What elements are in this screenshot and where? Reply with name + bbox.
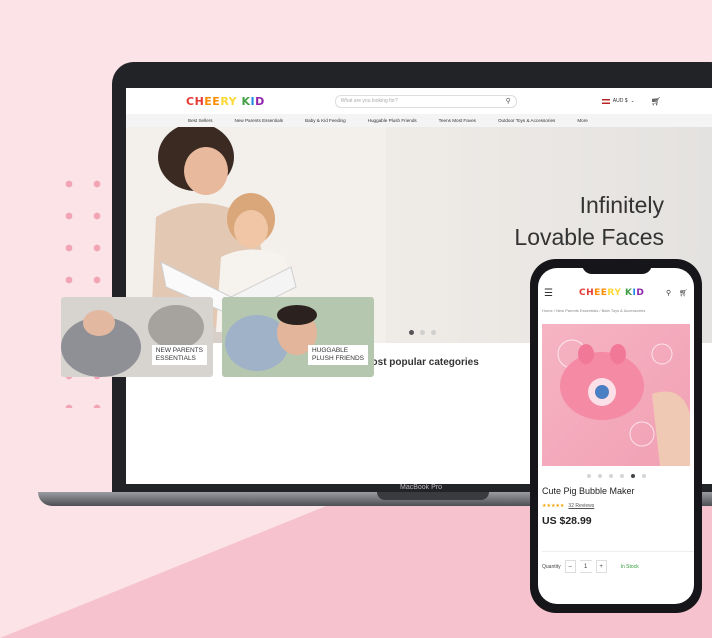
quantity-decrease-button[interactable]: – — [564, 560, 576, 573]
quantity-increase-button[interactable]: + — [595, 560, 607, 573]
laptop-notch — [377, 492, 489, 500]
search-icon[interactable]: ⚲ — [666, 289, 671, 297]
carousel-dot[interactable] — [420, 330, 425, 335]
category-label: HUGGABLE PLUSH FRIENDS — [307, 345, 368, 365]
nav-item[interactable]: Teens Most Faves — [439, 118, 476, 123]
nav-item[interactable]: Baby & Kid Feeding — [305, 118, 346, 123]
carousel-dot[interactable] — [641, 474, 646, 478]
category-photo-baby — [61, 297, 213, 377]
product-rating: ★★★★★ 32 Reviews — [542, 503, 694, 509]
phone-notch — [582, 262, 652, 274]
search-input[interactable]: What are you looking for? ⚲ — [334, 94, 517, 108]
laptop-brand-label: MacBook Pro — [400, 484, 443, 491]
carousel-dot[interactable] — [608, 474, 613, 478]
mobile-header-icons: ⚲ 🛒︎ — [666, 289, 688, 297]
mobile-header: ☰ CHEERY KID ⚲ 🛒︎ — [538, 278, 694, 308]
carousel-dot[interactable] — [409, 330, 414, 335]
category-card-plush[interactable]: HUGGABLE PLUSH FRIENDS — [222, 297, 374, 377]
hero-carousel-dots — [409, 330, 436, 335]
carousel-dot[interactable] — [619, 474, 624, 478]
hero-title: Infinitely Lovable Faces — [514, 192, 664, 250]
category-label: NEW PARENTS ESSENTIALS — [151, 345, 207, 365]
nav-item[interactable]: Huggable Plush Friends — [368, 118, 417, 123]
main-nav: Best Sellers New Parents Essentials Baby… — [126, 114, 712, 127]
cart-icon[interactable]: 🛒︎ — [651, 97, 661, 106]
search-icon[interactable]: ⚲ — [506, 97, 511, 105]
star-rating-icon: ★★★★★ — [542, 503, 565, 509]
search-placeholder: What are you looking for? — [340, 98, 398, 104]
quantity-label: Quantity — [542, 563, 561, 570]
product-carousel-dots — [538, 474, 694, 478]
stock-status: In Stock — [620, 563, 639, 570]
reviews-link[interactable]: 32 Reviews — [568, 503, 594, 509]
category-cards: NEW PARENTS ESSENTIALS HUGGABLE PLUSH FR… — [61, 297, 374, 377]
us-flag-icon — [601, 98, 610, 104]
product-name: Cute Pig Bubble Maker — [542, 486, 635, 496]
product-price: US $28.99 — [542, 515, 592, 527]
site-header: CHEERY KID What are you looking for? ⚲ A… — [126, 88, 712, 114]
category-card-new-parents[interactable]: NEW PARENTS ESSENTIALS — [61, 297, 213, 377]
product-photo-pig-bubble-maker — [557, 339, 690, 466]
carousel-dot[interactable] — [597, 474, 602, 478]
stage: CHEERY KID What are you looking for? ⚲ A… — [0, 0, 712, 638]
chevron-down-icon: ⌄ — [630, 98, 635, 104]
mobile-logo[interactable]: CHEERY KID — [579, 288, 644, 298]
carousel-dot[interactable] — [586, 474, 591, 478]
quantity-row: Quantity – 1 + In Stock — [542, 551, 694, 573]
carousel-dot[interactable] — [630, 474, 635, 478]
nav-item[interactable]: Outdoor Toys & Accessories — [498, 118, 555, 123]
cart-icon[interactable]: 🛒︎ — [679, 289, 688, 297]
carousel-dot[interactable] — [431, 330, 436, 335]
quantity-input[interactable]: 1 — [579, 560, 592, 573]
breadcrumb[interactable]: Home / New Parents Essentials / Bath Toy… — [538, 308, 694, 318]
site-logo[interactable]: CHEERY KID — [186, 95, 265, 108]
category-photo-plush-elephant — [222, 297, 374, 377]
product-image[interactable] — [542, 324, 690, 466]
phone-screen: ☰ CHEERY KID ⚲ 🛒︎ Home / New Parents Ess… — [538, 268, 694, 604]
currency-selector[interactable]: AUD $ ⌄ — [601, 98, 635, 104]
nav-item[interactable]: More — [577, 118, 587, 123]
hamburger-menu-icon[interactable]: ☰ — [544, 288, 553, 299]
nav-item[interactable]: New Parents Essentials — [235, 118, 284, 123]
nav-item[interactable]: Best Sellers — [188, 118, 213, 123]
